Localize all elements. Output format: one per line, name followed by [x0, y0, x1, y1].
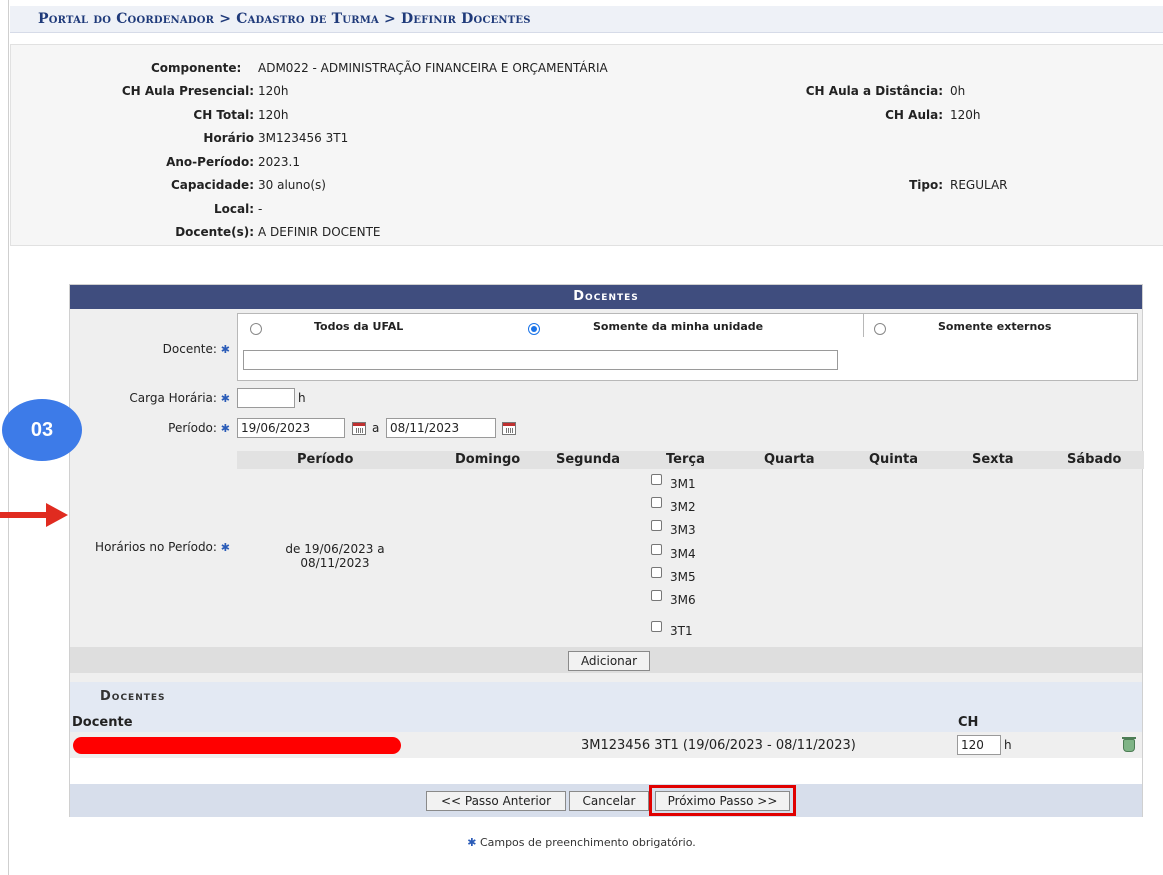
ch-distancia-value: 0h	[950, 84, 966, 98]
docentes-panel: Docentes Docente: ✱ Todos da UFAL Soment…	[69, 284, 1144, 817]
ch-aula-label: CH Aula:	[885, 108, 943, 122]
col-quinta: Quinta	[869, 452, 919, 467]
slot-3t1-label: 3T1	[670, 624, 693, 638]
col-docente: Docente	[72, 715, 133, 730]
radio-todos-ufal[interactable]	[250, 323, 262, 335]
periodo-start-input[interactable]	[237, 418, 345, 438]
carga-label: Carga Horária: ✱	[129, 391, 230, 405]
slot-3m3-checkbox[interactable]	[651, 520, 662, 531]
radio-externos[interactable]	[874, 323, 886, 335]
horarios-label: Horários no Período: ✱	[95, 540, 230, 554]
calendar-icon[interactable]	[502, 422, 516, 435]
required-note: ✱ Campos de preenchimento obrigatório.	[467, 836, 696, 849]
slot-3m4-label: 3M4	[670, 547, 696, 561]
row-schedule: 3M123456 3T1 (19/06/2023 - 08/11/2023)	[581, 738, 856, 753]
carga-unit: h	[298, 391, 306, 405]
ch-distancia-label: CH Aula a Distância:	[805, 84, 943, 98]
list-title: Docentes	[100, 689, 166, 704]
tipo-value: REGULAR	[950, 178, 1008, 192]
ch-aula-value: 120h	[950, 108, 981, 122]
radio-externos-label: Somente externos	[938, 320, 1052, 333]
ch-presencial-label: CH Aula Presencial:	[121, 84, 254, 98]
required-star-icon: ✱	[220, 541, 230, 554]
cancelar-button[interactable]: Cancelar	[569, 791, 649, 811]
add-bar: Adicionar	[70, 647, 1142, 673]
radio-minha-unidade-label: Somente da minha unidade	[593, 320, 764, 333]
arrow-right-icon	[0, 503, 68, 527]
slot-3m5-label: 3M5	[670, 570, 696, 584]
docentes-value: A DEFINIR DOCENTE	[258, 225, 381, 239]
schedule-header: Período Domingo Segunda Terça Quarta Qui…	[237, 451, 1144, 469]
docente-selector: Todos da UFAL Somente da minha unidade S…	[237, 313, 1138, 381]
local-label: Local:	[213, 202, 254, 216]
periodo-end-input[interactable]	[386, 418, 496, 438]
redacted-name	[73, 737, 401, 754]
periodo-label: Período: ✱	[168, 421, 230, 435]
col-ch: CH	[958, 715, 979, 730]
panel-title: Docentes	[70, 285, 1142, 309]
required-star-icon: ✱	[220, 343, 230, 356]
col-sexta: Sexta	[972, 452, 1014, 467]
capacidade-label: Capacidade:	[170, 178, 254, 192]
ch-total-label: CH Total:	[193, 108, 254, 122]
ch-total-value: 120h	[258, 108, 289, 122]
wizard-buttons-bar: << Passo Anterior Cancelar Próximo Passo…	[70, 784, 1142, 817]
docentes-list: Docentes Docente CH 3M123456 3T1 (19/06/…	[70, 682, 1142, 784]
horario-label: Horário	[203, 131, 254, 145]
periodo-separator: a	[372, 421, 380, 435]
docentes-label: Docente(s):	[175, 225, 254, 239]
trash-icon[interactable]	[1122, 737, 1136, 752]
slot-3m6-checkbox[interactable]	[651, 590, 662, 601]
slot-3t1-checkbox[interactable]	[651, 621, 662, 632]
slot-3m4-checkbox[interactable]	[651, 544, 662, 555]
slot-3m6-label: 3M6	[670, 593, 696, 607]
componente-value: ADM022 - ADMINISTRAÇÃO FINANCEIRA E ORÇA…	[258, 61, 608, 75]
slot-3m1-checkbox[interactable]	[651, 474, 662, 485]
breadcrumb: Portal do Coordenador > Cadastro de Turm…	[10, 6, 1163, 33]
radio-minha-unidade[interactable]	[528, 323, 540, 335]
slot-3m3-label: 3M3	[670, 523, 696, 537]
adicionar-button[interactable]: Adicionar	[568, 651, 650, 671]
horario-value: 3M123456 3T1	[258, 131, 349, 145]
radio-todos-ufal-label: Todos da UFAL	[314, 320, 404, 333]
slot-3m2-label: 3M2	[670, 500, 696, 514]
required-star-icon: ✱	[220, 422, 230, 435]
turma-info-box: Componente: ADM022 - ADMINISTRAÇÃO FINAN…	[10, 44, 1163, 246]
componente-label: Componente:	[151, 61, 242, 75]
table-row: 3M123456 3T1 (19/06/2023 - 08/11/2023) h	[70, 732, 1142, 758]
col-domingo: Domingo	[455, 452, 521, 467]
col-terca: Terça	[666, 452, 705, 467]
periodo-range: de 19/06/2023 a 08/11/2023	[285, 542, 385, 570]
carga-horaria-input[interactable]	[237, 388, 295, 408]
required-star-icon: ✱	[220, 392, 230, 405]
passo-anterior-button[interactable]: << Passo Anterior	[426, 791, 566, 811]
col-quarta: Quarta	[764, 452, 815, 467]
col-segunda: Segunda	[556, 452, 621, 467]
ch-presencial-value: 120h	[258, 84, 289, 98]
row-ch-input[interactable]	[957, 735, 1001, 755]
calendar-icon[interactable]	[352, 422, 366, 435]
list-columns: Docente CH	[70, 714, 1142, 732]
col-sabado: Sábado	[1067, 452, 1122, 467]
docente-search-input[interactable]	[243, 350, 838, 370]
slot-3m5-checkbox[interactable]	[651, 567, 662, 578]
step-badge: 03	[2, 399, 82, 461]
docente-label: Docente: ✱	[162, 342, 230, 356]
slot-3m1-label: 3M1	[670, 477, 696, 491]
tipo-label: Tipo:	[909, 178, 943, 192]
col-periodo: Período	[297, 452, 354, 467]
ano-periodo-label: Ano-Período:	[166, 155, 254, 169]
local-value: -	[258, 202, 263, 216]
slot-3m2-checkbox[interactable]	[651, 497, 662, 508]
capacidade-value: 30 aluno(s)	[258, 178, 326, 192]
ano-periodo-value: 2023.1	[258, 155, 300, 169]
highlight-box	[649, 785, 796, 816]
required-star-icon: ✱	[467, 836, 477, 849]
row-ch-unit: h	[1004, 738, 1012, 752]
